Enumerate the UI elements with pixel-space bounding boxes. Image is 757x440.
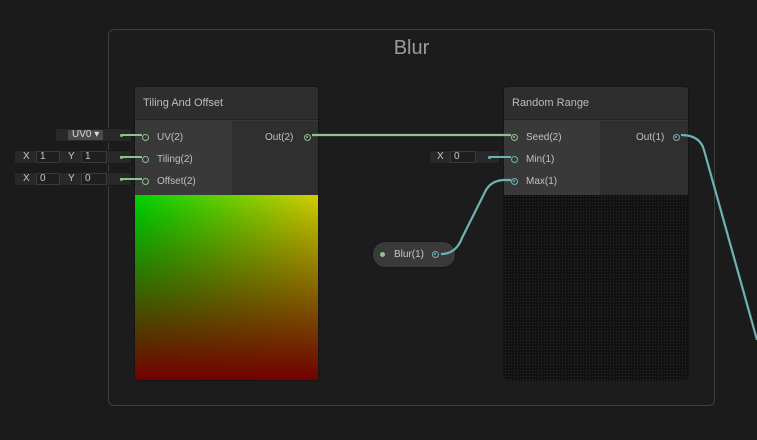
tiling-y-label: Y	[68, 151, 75, 162]
node-title-tiling-and-offset[interactable]: Tiling And Offset	[135, 87, 318, 120]
random-range-node[interactable]: Random Range Seed(2) Min(1) Max(1) Out(1…	[504, 87, 688, 380]
tiling-x-input[interactable]: 1	[36, 151, 60, 163]
input-ports: Seed(2) Min(1) Max(1)	[504, 121, 600, 195]
port-out: Out(1)	[636, 132, 665, 143]
out-port-dot[interactable]	[673, 134, 680, 141]
offset-y-input[interactable]: 0	[81, 173, 107, 185]
property-marker-dot	[380, 252, 385, 257]
min-float-field[interactable]: X 0	[429, 150, 500, 164]
port-seed: Seed(2)	[526, 132, 562, 143]
blur-output-port-dot[interactable]	[432, 251, 439, 258]
uv-channel-value[interactable]: UV0 ▾	[68, 130, 104, 140]
blur-property-node[interactable]: Blur(1)	[373, 242, 455, 267]
offset-input-port-dot[interactable]	[142, 178, 149, 185]
tiling-vector-field[interactable]: X 1 Y 1	[14, 150, 132, 164]
port-offset: Offset(2)	[157, 176, 196, 187]
offset-connector-dot	[120, 178, 123, 181]
port-uv: UV(2)	[157, 132, 184, 143]
tiling-y-input[interactable]: 1	[81, 151, 107, 163]
blur-property-label: Blur(1)	[394, 249, 425, 260]
tiling-x-label: X	[23, 151, 30, 162]
tiling-connector-dot	[120, 156, 123, 159]
port-tiling: Tiling(2)	[157, 154, 193, 165]
tiling-input-port-dot[interactable]	[142, 156, 149, 163]
uv-channel-dropdown[interactable]: UV0 ▾	[55, 128, 132, 142]
min-x-label: X	[437, 151, 444, 162]
port-min: Min(1)	[526, 154, 555, 165]
min-connector-dot	[488, 156, 491, 159]
port-max: Max(1)	[526, 176, 558, 187]
offset-vector-field[interactable]: X 0 Y 0	[14, 172, 132, 186]
output-ports: Out(2)	[232, 121, 318, 195]
out-port-dot[interactable]	[304, 134, 311, 141]
max-input-port-dot[interactable]	[511, 178, 518, 185]
offset-y-label: Y	[68, 173, 75, 184]
min-x-input[interactable]: 0	[450, 151, 476, 163]
node-ports: Seed(2) Min(1) Max(1) Out(1)	[504, 121, 688, 195]
seed-input-port-dot[interactable]	[511, 134, 518, 141]
min-input-port-dot[interactable]	[511, 156, 518, 163]
group-title[interactable]: Blur	[109, 37, 714, 60]
tiling-and-offset-node[interactable]: Tiling And Offset UV(2) Tiling(2) Offset…	[135, 87, 318, 380]
node-title-random-range[interactable]: Random Range	[504, 87, 688, 120]
uv-input-port-dot[interactable]	[142, 134, 149, 141]
uv-preview-image	[135, 195, 318, 380]
offset-x-label: X	[23, 173, 30, 184]
node-ports: UV(2) Tiling(2) Offset(2) Out(2)	[135, 121, 318, 195]
random-preview-image	[504, 195, 688, 380]
offset-x-input[interactable]: 0	[36, 173, 60, 185]
port-out: Out(2)	[265, 132, 294, 143]
output-ports: Out(1)	[600, 121, 688, 195]
input-ports: UV(2) Tiling(2) Offset(2)	[135, 121, 232, 195]
